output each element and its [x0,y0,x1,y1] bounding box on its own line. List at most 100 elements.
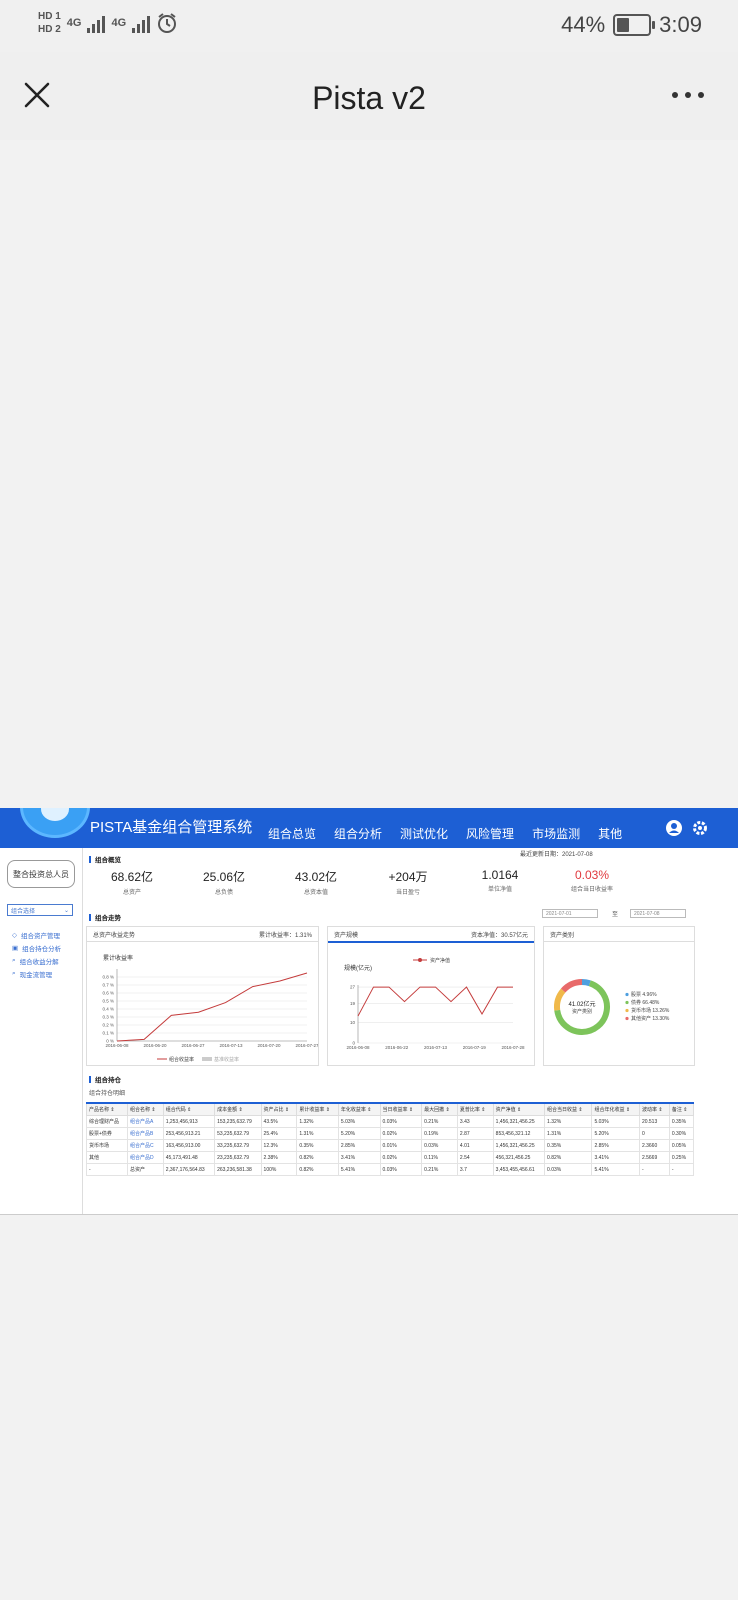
sidebar-item-returns[interactable]: ⌕ 组合收益分解 [12,954,61,967]
table-cell[interactable]: 组合产品A [126,1115,164,1128]
kpi-value: 25.06亿 [202,870,246,884]
table-cell[interactable]: 组合产品C [126,1139,164,1152]
table-cell: 0.25% [668,1151,695,1164]
table-header-row: 产品名称 ⇕ 组合名称 ⇕ 组合代码 ⇕ 成本金额 ⇕ 资产占比 ⇕ 累计收益率 ⇕ 年化收… [86,1102,695,1116]
kpi-daily-return: 0.03% 组合当日收益率 [546,868,638,896]
column-header[interactable]: 组合名称 ⇕ [126,1102,164,1116]
table-cell[interactable]: 总资产 [126,1163,164,1176]
table-cell[interactable]: 组合产品B [126,1127,164,1140]
portfolio-select[interactable]: 组合选择 ⌄ [7,904,73,916]
sidebar-item-holdings[interactable]: ▣ 组合持仓分析 [12,941,61,954]
menu-item-optimize[interactable]: 测试优化 [400,825,448,842]
table-cell: 3.7 [456,1163,494,1176]
menu-item-risk[interactable]: 风险管理 [466,825,514,842]
table-cell: 1.31% [544,1127,593,1140]
column-header[interactable]: 累计收益率 ⇕ [296,1102,339,1116]
legend-label: 债券 66.48% [631,999,660,1006]
table-cell: 2,367,176,564.83 [162,1163,216,1176]
clock: 3:09 [659,12,702,37]
column-header[interactable]: 产品名称 ⇕ [86,1102,128,1116]
table-cell: 253,456,913.21 [162,1127,216,1140]
column-header[interactable]: 成本金额 ⇕ [214,1102,262,1116]
top-menu: 组合总览 组合分析 测试优化 风险管理 市场监测 其他 [268,825,622,842]
table-cell: 0.82% [296,1151,339,1164]
menu-item-analysis[interactable]: 组合分析 [334,825,382,842]
panel-title: 总资产收益走势 [93,932,136,939]
sidebar-item-label: 组合收益分解 [19,958,59,966]
y-tick-label: 0.5 % [102,999,114,1004]
table-cell[interactable]: 组合产品D [126,1151,164,1164]
menu-item-other[interactable]: 其他 [598,825,622,842]
legend-label-nav: 资产净值 [430,957,450,964]
sidebar-item-assets[interactable]: ◇ 组合资产管理 [12,928,61,941]
table-cell: 2.85% [591,1139,640,1152]
column-header[interactable]: 最大回撤 ⇕ [421,1102,458,1116]
x-tick-label: 2016-07-20 [257,1043,281,1048]
update-date: 最近更新日期：2021-07-08 [520,852,593,858]
status-left: HD 1 HD 2 4G 4G [38,10,178,36]
y-tick-label: 0.2 % [102,1023,114,1028]
table-row[interactable]: 综合理财产品 组合产品A 1,253,456,913 153,235,632.79 43… [86,1115,695,1128]
column-header[interactable]: 组合当日收益 ⇕ [544,1102,593,1116]
table-cell: 1.32% [296,1115,339,1128]
date-from-input[interactable]: 2021-07-01 [542,909,598,918]
table-cell: 0.35% [296,1139,339,1152]
user-icon[interactable] [666,820,682,836]
more-icon[interactable] [672,92,704,98]
sidebar-item-cashflow[interactable]: ⌕ 现金流管理 [12,967,61,980]
trend-title: 组合走势 [89,912,121,922]
donut-center-label: 资产类别 [572,1008,592,1015]
org-button[interactable]: 整合投资总人员 [7,860,75,888]
panel-meta: 累计收益率：1.31% [258,932,312,939]
table-cell: 0 [638,1127,670,1140]
column-header[interactable]: 组合代码 ⇕ [162,1102,216,1116]
table-row[interactable]: 其他 组合产品D 45,173,491.48 23,235,632.79 2.38% 0.… [86,1151,695,1164]
table-cell: 23,235,632.79 [214,1151,262,1164]
sim2-label: HD 2 [38,24,61,35]
battery-fill [617,18,630,32]
menu-item-market[interactable]: 市场监测 [532,825,580,842]
kpi-label: 总负债 [214,890,233,896]
y-tick-label: 0.6 % [102,991,114,996]
network2-label: 4G [111,17,127,29]
table-cell: 45,173,491.48 [162,1151,216,1164]
menu-item-overview[interactable]: 组合总览 [268,825,316,842]
x-tick-label: 2016-06-08 [346,1045,370,1050]
page-title: Pista v2 [312,80,426,116]
table-cell: 153,235,632.79 [214,1115,262,1128]
table-row[interactable]: - 总资产 2,367,176,564.83 263,236,581.38 100% 0.… [86,1163,695,1176]
column-header[interactable]: 夏普比率 ⇕ [456,1102,494,1116]
x-tick-label: 2016-07-13 [219,1043,243,1048]
table-row[interactable]: 股票+债券 组合产品B 253,456,913.21 53,235,632.79 25.… [86,1127,695,1140]
asset-class-panel: 资产类别 41.02亿元 资产类别 股票 4.96% 债券 66.48% 货币市场 13… [543,926,695,1066]
panel-title: 资产类别 [550,932,575,939]
chevron-down-icon: ⌄ [63,907,69,914]
table-cell: 4.01 [456,1139,494,1152]
search-icon: ⌕ [12,956,16,964]
legend-marker-nav [418,958,422,962]
column-header[interactable]: 年化收益率 ⇕ [337,1102,381,1116]
table-cell: - [86,1163,128,1176]
legend-label-benchmark: 基准收益率 [214,1056,239,1063]
legend-swatch-benchmark [202,1057,212,1061]
date-to-input[interactable]: 2021-07-08 [630,909,686,918]
table-cell: 2.38% [260,1151,298,1164]
holdings-icon: ▣ [12,944,19,952]
column-header[interactable]: 波动率 ⇕ [638,1102,670,1116]
table-cell: 1,456,321,456.25 [492,1139,546,1152]
signal-icon [87,13,106,33]
table-cell: 25.4% [260,1127,298,1140]
table-cell: 0.02% [379,1127,423,1140]
column-header[interactable]: 资产占比 ⇕ [260,1102,298,1116]
column-header[interactable]: 当日收益率 ⇕ [379,1102,423,1116]
column-header[interactable]: 组合年化收益 ⇕ [591,1102,640,1116]
table-row[interactable]: 货币市场 组合产品C 163,456,913.00 33,235,632.79 12.3… [86,1139,695,1152]
system-title: PISTA基金组合管理系统 [90,819,253,836]
status-right: 44% 3:09 [561,12,702,38]
series-line-portfolio [116,972,308,1042]
sim-labels: HD 1 HD 2 [38,10,61,36]
table-cell: 1,253,456,913 [162,1115,216,1128]
column-header[interactable]: 备注 ⇕ [668,1102,695,1116]
column-header[interactable]: 资产净值 ⇕ [492,1102,546,1116]
gear-icon[interactable] [692,820,708,836]
